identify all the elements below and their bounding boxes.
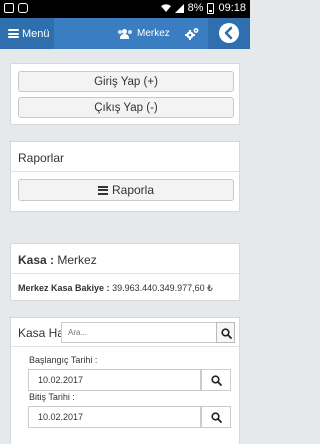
back-button[interactable] — [219, 23, 239, 43]
menu-button[interactable]: Menü — [0, 18, 54, 49]
cogs-icon[interactable] — [185, 27, 199, 40]
status-bar: 8% 09:18 — [0, 0, 250, 18]
search-input[interactable] — [61, 322, 232, 343]
login-panel: Giriş Yap (+) Çıkış Yap (-) — [10, 63, 240, 125]
battery-icon — [207, 2, 215, 14]
image-icon — [4, 3, 14, 13]
app-notification-icon — [18, 3, 28, 13]
branch-title[interactable]: Merkez — [118, 18, 170, 49]
search-icon — [211, 412, 222, 423]
clock: 09:18 — [218, 2, 246, 14]
cash-balance-label: Merkez Kasa Bakiye : — [18, 283, 110, 293]
signal-icon — [174, 3, 184, 13]
list-icon — [97, 185, 108, 195]
battery-percent: 8% — [187, 2, 204, 14]
status-left-icons — [4, 3, 28, 13]
navbar: Menü Merkez — [0, 18, 250, 49]
cash-balance: Merkez Kasa Bakiye : 39.963.440.349.977,… — [18, 283, 213, 294]
search-button[interactable] — [216, 322, 235, 343]
logout-button[interactable]: Çıkış Yap (-) — [18, 97, 234, 118]
search-icon — [211, 375, 222, 386]
end-date-input[interactable]: 10.02.2017 — [28, 406, 201, 428]
end-date-search-button[interactable] — [201, 406, 231, 428]
reports-panel: Raporlar Raporla — [10, 141, 240, 212]
cash-title-label: Kasa : — [18, 253, 55, 267]
divider — [11, 273, 239, 274]
back-area — [208, 18, 250, 49]
hamburger-icon — [8, 29, 19, 38]
status-right: 8% 09:18 — [160, 2, 246, 14]
cash-balance-value: 39.963.440.349.977,60 ₺ — [112, 283, 213, 293]
cash-title: Kasa : Merkez — [18, 253, 97, 267]
movements-panel: Kasa Hareketleri Başlangıç Tarihi : 10.0… — [10, 317, 240, 444]
users-icon — [118, 28, 132, 39]
menu-label: Menü — [22, 27, 50, 40]
reports-title: Raporlar — [18, 151, 65, 165]
start-date-label: Başlangıç Tarihi : — [29, 355, 98, 365]
chevron-left-icon — [224, 26, 233, 40]
search-icon — [221, 328, 232, 339]
end-date-label: Bitiş Tarihi : — [29, 392, 75, 402]
cash-title-value: Merkez — [57, 253, 97, 267]
cash-panel: Kasa : Merkez Merkez Kasa Bakiye : 39.96… — [10, 243, 240, 301]
start-date-search-button[interactable] — [201, 369, 231, 391]
branch-title-text: Merkez — [137, 28, 170, 39]
login-button[interactable]: Giriş Yap (+) — [18, 71, 234, 92]
report-button-label: Raporla — [111, 183, 155, 197]
divider — [11, 171, 239, 172]
wifi-icon — [160, 3, 171, 12]
divider — [11, 346, 239, 347]
start-date-input[interactable]: 10.02.2017 — [28, 369, 201, 391]
report-button[interactable]: Raporla — [18, 179, 234, 201]
